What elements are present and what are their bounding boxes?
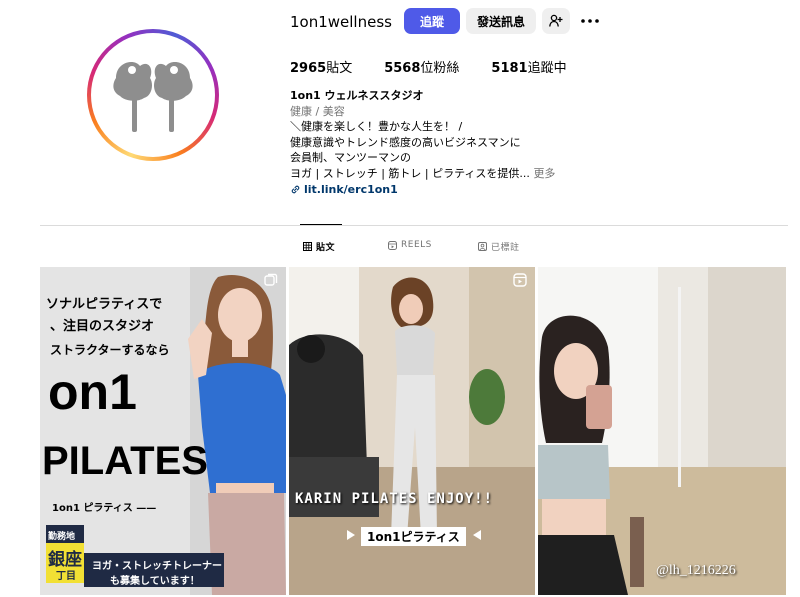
post-thumbnail[interactable]: ソナルピラティスで 、注目のスタジオ ストラクターするなら on1 PILATE… xyxy=(40,267,286,595)
post-title: on1 xyxy=(48,364,137,420)
play-right-icon xyxy=(347,530,355,540)
post-image xyxy=(538,267,786,595)
bio-line: ヨガ | ストレッチ | 筋トレ | ピラティスを提供... 更多 xyxy=(290,166,556,180)
profile-avatar[interactable] xyxy=(87,29,219,161)
tab-reels[interactable]: REELS xyxy=(388,240,432,250)
add-user-icon xyxy=(549,14,563,27)
message-button[interactable]: 發送訊息 xyxy=(466,8,536,34)
post-title: PILATES xyxy=(42,439,208,483)
post-thumbnail[interactable]: KARIN PILATES ENJOY!! 1on1ピラティス xyxy=(289,267,535,595)
profile-bio: 1on1 ウェルネススタジオ 健康 / 美容 ＼健康を楽しく！豊かな人生を！ /… xyxy=(290,88,620,197)
bio-more-link[interactable]: 更多 xyxy=(533,167,555,180)
reels-icon xyxy=(388,240,397,250)
profile-stats: 2965貼文 5568位粉絲 5181追蹤中 xyxy=(290,57,567,76)
tab-tagged[interactable]: 已標註 xyxy=(478,240,520,253)
post-text: 1on1 ピラティス —— xyxy=(52,503,157,514)
bio-category: 健康 / 美容 xyxy=(290,104,345,118)
more-options-button[interactable] xyxy=(576,8,604,34)
post-caption: KARIN PILATES ENJOY!! xyxy=(295,491,494,507)
grid-icon xyxy=(303,242,312,251)
more-options-icon xyxy=(581,19,599,23)
bio-line: ＼健康を楽しく！豊かな人生を！ / xyxy=(290,120,463,134)
post-text: ストラクターするなら xyxy=(50,343,170,357)
play-left-icon xyxy=(473,530,481,540)
followers-count[interactable]: 5568位粉絲 xyxy=(384,57,459,76)
tab-posts[interactable]: 貼文 xyxy=(303,240,335,253)
avatar-logo xyxy=(91,33,215,157)
follow-button[interactable]: 追蹤 xyxy=(404,8,460,34)
profile-username: 1on1wellness xyxy=(290,13,392,31)
carousel-icon xyxy=(264,273,278,286)
reels-icon xyxy=(513,273,527,287)
post-text: 、注目のスタジオ xyxy=(50,319,155,334)
tabs-divider xyxy=(40,225,788,226)
post-badge: 丁目 xyxy=(56,571,76,582)
bio-line: 会員制、マンツーマンの xyxy=(290,151,411,165)
link-icon xyxy=(291,185,300,194)
active-tab-indicator xyxy=(300,224,342,225)
post-badge: 勤務地 xyxy=(48,532,76,542)
earbuds-logo-icon xyxy=(113,62,193,132)
post-text: ソナルピラティスで xyxy=(46,297,163,312)
add-user-button[interactable] xyxy=(542,8,570,34)
bio-name: 1on1 ウェルネススタジオ xyxy=(290,89,424,102)
bio-link[interactable]: lit.link/erc1on1 xyxy=(290,182,620,198)
post-watermark: @lh_1216226 xyxy=(656,563,736,578)
post-text: ヨガ・ストレッチトレーナー xyxy=(92,561,222,572)
post-text: 1on1ピラティス xyxy=(361,527,466,546)
post-thumbnail[interactable]: @lh_1216226 xyxy=(538,267,786,595)
tagged-icon xyxy=(478,242,487,251)
bio-line: 健康意識やトレンド感度の高いビジネスマンに xyxy=(290,135,521,149)
post-text: も募集しています！ xyxy=(110,576,200,587)
posts-count: 2965貼文 xyxy=(290,61,353,76)
following-count[interactable]: 5181追蹤中 xyxy=(491,57,566,76)
